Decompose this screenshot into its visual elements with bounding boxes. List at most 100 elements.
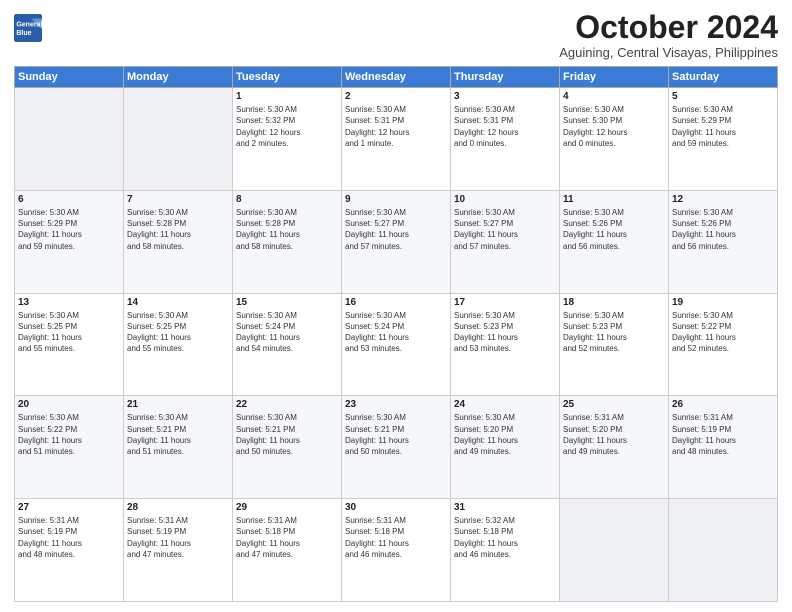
weekday-thursday: Thursday: [451, 67, 560, 88]
page: General Blue October 2024 Aguining, Cent…: [0, 0, 792, 612]
day-number: 16: [345, 297, 447, 308]
logo-icon: General Blue: [14, 14, 42, 42]
day-number: 31: [454, 502, 556, 513]
day-number: 19: [672, 297, 774, 308]
weekday-wednesday: Wednesday: [342, 67, 451, 88]
weekday-header-row: SundayMondayTuesdayWednesdayThursdayFrid…: [15, 67, 778, 88]
day-info: Sunrise: 5:30 AM Sunset: 5:30 PM Dayligh…: [563, 104, 665, 149]
day-info: Sunrise: 5:31 AM Sunset: 5:20 PM Dayligh…: [563, 412, 665, 457]
calendar-cell: 15 Sunrise: 5:30 AM Sunset: 5:24 PM Dayli…: [233, 293, 342, 396]
calendar-cell: 19 Sunrise: 5:30 AM Sunset: 5:22 PM Dayli…: [669, 293, 778, 396]
calendar-cell: 29 Sunrise: 5:31 AM Sunset: 5:18 PM Dayli…: [233, 499, 342, 602]
day-info: Sunrise: 5:32 AM Sunset: 5:18 PM Dayligh…: [454, 515, 556, 560]
day-info: Sunrise: 5:30 AM Sunset: 5:29 PM Dayligh…: [672, 104, 774, 149]
weekday-saturday: Saturday: [669, 67, 778, 88]
calendar-cell: 12Sunrise: 5:30 AM Sunset: 5:26 PM Dayli…: [669, 190, 778, 293]
calendar-cell: [560, 499, 669, 602]
logo: General Blue: [14, 14, 42, 42]
calendar-cell: 5 Sunrise: 5:30 AM Sunset: 5:29 PM Daylig…: [669, 88, 778, 191]
day-info: Sunrise: 5:30 AM Sunset: 5:21 PM Dayligh…: [236, 412, 338, 457]
day-number: 26: [672, 399, 774, 410]
day-info: Sunrise: 5:30 AM Sunset: 5:28 PM Dayligh…: [236, 207, 338, 252]
calendar-row: 27 Sunrise: 5:31 AM Sunset: 5:19 PM Dayli…: [15, 499, 778, 602]
day-info: Sunrise: 5:30 AM Sunset: 5:22 PM Dayligh…: [672, 310, 774, 355]
day-info: Sunrise: 5:30 AM Sunset: 5:29 PM Dayligh…: [18, 207, 120, 252]
calendar-cell: 21Sunrise: 5:30 AM Sunset: 5:21 PM Dayli…: [124, 396, 233, 499]
day-number: 6: [18, 194, 120, 205]
weekday-monday: Monday: [124, 67, 233, 88]
day-number: 13: [18, 297, 120, 308]
day-number: 28: [127, 502, 229, 513]
calendar-cell: 7Sunrise: 5:30 AM Sunset: 5:28 PM Daylig…: [124, 190, 233, 293]
day-number: 20: [18, 399, 120, 410]
day-info: Sunrise: 5:30 AM Sunset: 5:31 PM Dayligh…: [345, 104, 447, 149]
calendar-cell: [669, 499, 778, 602]
day-info: Sunrise: 5:30 AM Sunset: 5:24 PM Dayligh…: [345, 310, 447, 355]
day-info: Sunrise: 5:30 AM Sunset: 5:21 PM Dayligh…: [345, 412, 447, 457]
day-number: 15: [236, 297, 338, 308]
calendar-cell: 16 Sunrise: 5:30 AM Sunset: 5:24 PM Dayli…: [342, 293, 451, 396]
day-info: Sunrise: 5:30 AM Sunset: 5:25 PM Dayligh…: [127, 310, 229, 355]
day-number: 25: [563, 399, 665, 410]
location-title: Aguining, Central Visayas, Philippines: [559, 45, 778, 60]
calendar-cell: 20Sunrise: 5:30 AM Sunset: 5:22 PM Dayli…: [15, 396, 124, 499]
day-number: 24: [454, 399, 556, 410]
day-number: 9: [345, 194, 447, 205]
weekday-friday: Friday: [560, 67, 669, 88]
calendar-cell: 6 Sunrise: 5:30 AM Sunset: 5:29 PM Daylig…: [15, 190, 124, 293]
calendar-table: SundayMondayTuesdayWednesdayThursdayFrid…: [14, 66, 778, 602]
title-block: October 2024 Aguining, Central Visayas, …: [559, 10, 778, 60]
calendar-cell: 26Sunrise: 5:31 AM Sunset: 5:19 PM Dayli…: [669, 396, 778, 499]
calendar-body: 1 Sunrise: 5:30 AM Sunset: 5:32 PM Daylig…: [15, 88, 778, 602]
day-info: Sunrise: 5:31 AM Sunset: 5:19 PM Dayligh…: [127, 515, 229, 560]
calendar-cell: 3 Sunrise: 5:30 AM Sunset: 5:31 PM Daylig…: [451, 88, 560, 191]
day-number: 30: [345, 502, 447, 513]
calendar-row: 1 Sunrise: 5:30 AM Sunset: 5:32 PM Daylig…: [15, 88, 778, 191]
day-info: Sunrise: 5:30 AM Sunset: 5:28 PM Dayligh…: [127, 207, 229, 252]
day-info: Sunrise: 5:30 AM Sunset: 5:31 PM Dayligh…: [454, 104, 556, 149]
calendar-cell: [15, 88, 124, 191]
day-info: Sunrise: 5:30 AM Sunset: 5:32 PM Dayligh…: [236, 104, 338, 149]
day-info: Sunrise: 5:30 AM Sunset: 5:23 PM Dayligh…: [563, 310, 665, 355]
calendar-cell: 13Sunrise: 5:30 AM Sunset: 5:25 PM Dayli…: [15, 293, 124, 396]
calendar-cell: 8 Sunrise: 5:30 AM Sunset: 5:28 PM Daylig…: [233, 190, 342, 293]
header: General Blue October 2024 Aguining, Cent…: [14, 10, 778, 60]
day-number: 18: [563, 297, 665, 308]
calendar-cell: 28 Sunrise: 5:31 AM Sunset: 5:19 PM Dayli…: [124, 499, 233, 602]
calendar-row: 13 Sunrise: 5:30 AM Sunset: 5:25 PM Dayli…: [15, 293, 778, 396]
day-info: Sunrise: 5:30 AM Sunset: 5:21 PM Dayligh…: [127, 412, 229, 457]
day-number: 5: [672, 91, 774, 102]
calendar-cell: 1 Sunrise: 5:30 AM Sunset: 5:32 PM Daylig…: [233, 88, 342, 191]
day-number: 27: [18, 502, 120, 513]
day-number: 12: [672, 194, 774, 205]
day-info: Sunrise: 5:30 AM Sunset: 5:26 PM Dayligh…: [563, 207, 665, 252]
day-info: Sunrise: 5:30 AM Sunset: 5:27 PM Dayligh…: [454, 207, 556, 252]
day-number: 4: [563, 91, 665, 102]
calendar-row: 6 Sunrise: 5:30 AM Sunset: 5:29 PM Daylig…: [15, 190, 778, 293]
day-number: 11: [563, 194, 665, 205]
calendar-cell: 22Sunrise: 5:30 AM Sunset: 5:21 PM Dayli…: [233, 396, 342, 499]
calendar-row: 20Sunrise: 5:30 AM Sunset: 5:22 PM Dayli…: [15, 396, 778, 499]
calendar-cell: 18 Sunrise: 5:30 AM Sunset: 5:23 PM Dayli…: [560, 293, 669, 396]
calendar-cell: 17 Sunrise: 5:30 AM Sunset: 5:23 PM Dayli…: [451, 293, 560, 396]
day-info: Sunrise: 5:31 AM Sunset: 5:19 PM Dayligh…: [18, 515, 120, 560]
weekday-sunday: Sunday: [15, 67, 124, 88]
calendar-cell: 24Sunrise: 5:30 AM Sunset: 5:20 PM Dayli…: [451, 396, 560, 499]
day-number: 29: [236, 502, 338, 513]
calendar-cell: 4 Sunrise: 5:30 AM Sunset: 5:30 PM Daylig…: [560, 88, 669, 191]
day-number: 14: [127, 297, 229, 308]
day-number: 10: [454, 194, 556, 205]
calendar-cell: 9Sunrise: 5:30 AM Sunset: 5:27 PM Daylig…: [342, 190, 451, 293]
calendar-cell: 11 Sunrise: 5:30 AM Sunset: 5:26 PM Dayli…: [560, 190, 669, 293]
day-number: 23: [345, 399, 447, 410]
day-number: 8: [236, 194, 338, 205]
day-info: Sunrise: 5:30 AM Sunset: 5:23 PM Dayligh…: [454, 310, 556, 355]
day-info: Sunrise: 5:30 AM Sunset: 5:24 PM Dayligh…: [236, 310, 338, 355]
day-number: 1: [236, 91, 338, 102]
month-title: October 2024: [559, 10, 778, 45]
calendar-cell: [124, 88, 233, 191]
day-number: 17: [454, 297, 556, 308]
day-number: 3: [454, 91, 556, 102]
svg-text:General: General: [16, 21, 42, 28]
day-info: Sunrise: 5:31 AM Sunset: 5:18 PM Dayligh…: [236, 515, 338, 560]
